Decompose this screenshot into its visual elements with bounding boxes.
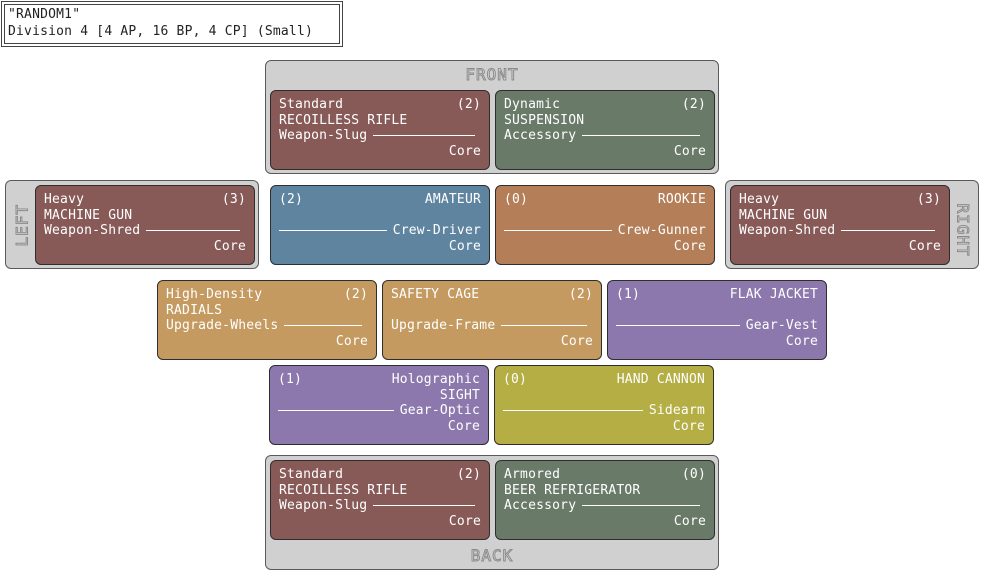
card-cost: (2) bbox=[343, 287, 368, 302]
card-divider bbox=[582, 135, 700, 137]
vehicle-title-box: "RANDOM1" Division 4 [4 AP, 16 BP, 4 CP]… bbox=[1, 1, 343, 47]
card-cost: (1) bbox=[616, 287, 641, 302]
card-cost: (0) bbox=[504, 192, 529, 207]
card-variant: Heavy bbox=[44, 192, 85, 207]
card-name: HAND CANNON bbox=[616, 372, 705, 387]
card-cost: (1) bbox=[278, 372, 303, 387]
card-divider bbox=[501, 325, 587, 327]
card-name: SIGHT bbox=[439, 387, 480, 403]
card-cost: (0) bbox=[503, 372, 528, 387]
crew-gunner-card[interactable]: (0) ROOKIE Crew-Gunner Core bbox=[495, 185, 715, 265]
vehicle-name: "RANDOM1" bbox=[8, 7, 81, 22]
upgrade-radials-card[interactable]: High-Density (2) RADIALS Upgrade-Wheels C… bbox=[157, 280, 377, 360]
card-tag: Core bbox=[447, 418, 480, 434]
card-tag: Core bbox=[335, 333, 368, 349]
card-divider bbox=[279, 230, 387, 232]
gear-sight-card[interactable]: (1) Holographic SIGHT Gear-Optic Core bbox=[269, 365, 489, 445]
card-divider bbox=[146, 230, 240, 232]
card-name: BEER REFRIGERATOR bbox=[504, 482, 641, 498]
card-tag: Core bbox=[673, 143, 706, 159]
card-divider bbox=[373, 135, 475, 137]
card-name: AMATEUR bbox=[424, 192, 481, 207]
card-variant: Holographic bbox=[391, 372, 480, 387]
card-cost: (2) bbox=[681, 97, 706, 112]
card-tag: Core bbox=[560, 333, 593, 349]
card-type: Weapon-Shred bbox=[739, 223, 836, 238]
card-type: Accessory bbox=[504, 128, 577, 143]
card-divider bbox=[503, 410, 643, 412]
back-label: BACK bbox=[470, 546, 514, 566]
front-accessory-card[interactable]: Dynamic (2) SUSPENSION Accessory Core bbox=[495, 90, 715, 170]
card-type: Accessory bbox=[504, 498, 577, 513]
card-variant: High-Density bbox=[166, 287, 263, 302]
card-type: Crew-Driver bbox=[392, 223, 481, 238]
card-tag: Core bbox=[785, 333, 818, 349]
card-tag: Core bbox=[672, 418, 705, 434]
sidearm-cannon-card[interactable]: (0) HAND CANNON Sidearm Core bbox=[494, 365, 714, 445]
card-name: FLAK JACKET bbox=[729, 287, 818, 302]
card-type: Sidearm bbox=[648, 403, 705, 418]
card-type: Gear-Vest bbox=[745, 318, 818, 333]
card-cost: (3) bbox=[916, 192, 941, 207]
card-divider bbox=[373, 505, 475, 507]
card-variant: Dynamic bbox=[504, 97, 561, 112]
left-weapon-card[interactable]: Heavy (3) MACHINE GUN Weapon-Shred Core bbox=[35, 185, 255, 265]
back-accessory-card[interactable]: Armored (0) BEER REFRIGERATOR Accessory C… bbox=[495, 460, 715, 540]
right-label: RIGHT bbox=[953, 203, 973, 257]
card-tag: Core bbox=[673, 238, 706, 254]
card-name: MACHINE GUN bbox=[739, 207, 828, 223]
left-label: LEFT bbox=[12, 203, 32, 247]
back-weapon-card[interactable]: Standard (2) RECOILLESS RIFLE Weapon-Slug… bbox=[270, 460, 490, 540]
card-type: Weapon-Slug bbox=[279, 498, 368, 513]
card-name: RECOILLESS RIFLE bbox=[279, 482, 408, 498]
card-cost: (2) bbox=[456, 97, 481, 112]
card-name: RADIALS bbox=[166, 302, 223, 318]
card-name: SUSPENSION bbox=[504, 112, 585, 128]
card-name: ROOKIE bbox=[657, 192, 706, 207]
card-type: Upgrade-Wheels bbox=[166, 318, 279, 333]
card-divider bbox=[616, 325, 740, 327]
card-cost: (3) bbox=[221, 192, 246, 207]
right-weapon-card[interactable]: Heavy (3) MACHINE GUN Weapon-Shred Core bbox=[730, 185, 950, 265]
card-type: Weapon-Shred bbox=[44, 223, 141, 238]
front-label: FRONT bbox=[465, 65, 519, 85]
card-type: Gear-Optic bbox=[399, 403, 480, 418]
card-divider bbox=[582, 505, 700, 507]
card-tag: Core bbox=[448, 238, 481, 254]
vehicle-summary: Division 4 [4 AP, 16 BP, 4 CP] (Small) bbox=[8, 24, 314, 39]
card-tag: Core bbox=[673, 513, 706, 529]
card-variant: Standard bbox=[279, 467, 344, 482]
card-tag: Core bbox=[908, 238, 941, 254]
card-variant: Heavy bbox=[739, 192, 780, 207]
card-divider bbox=[841, 230, 935, 232]
card-divider bbox=[278, 410, 394, 412]
card-variant: Standard bbox=[279, 97, 344, 112]
card-tag: Core bbox=[213, 238, 246, 254]
front-weapon-card[interactable]: Standard (2) RECOILLESS RIFLE Weapon-Slug… bbox=[270, 90, 490, 170]
card-divider bbox=[284, 325, 362, 327]
card-tag: Core bbox=[448, 513, 481, 529]
card-cost: (2) bbox=[456, 467, 481, 482]
card-tag: Core bbox=[448, 143, 481, 159]
card-name: SAFETY CAGE bbox=[391, 287, 480, 302]
vehicle-sheet: "RANDOM1" Division 4 [4 AP, 16 BP, 4 CP]… bbox=[0, 0, 985, 575]
card-cost: (0) bbox=[681, 467, 706, 482]
upgrade-cage-card[interactable]: SAFETY CAGE (2) Upgrade-Frame Core bbox=[382, 280, 602, 360]
card-name: RECOILLESS RIFLE bbox=[279, 112, 408, 128]
card-type: Weapon-Slug bbox=[279, 128, 368, 143]
gear-flak-card[interactable]: (1) FLAK JACKET Gear-Vest Core bbox=[607, 280, 827, 360]
card-cost: (2) bbox=[279, 192, 304, 207]
card-divider bbox=[504, 230, 612, 232]
card-type: Crew-Gunner bbox=[617, 223, 706, 238]
card-type: Upgrade-Frame bbox=[391, 318, 496, 333]
card-name: MACHINE GUN bbox=[44, 207, 133, 223]
card-cost: (2) bbox=[568, 287, 593, 302]
card-variant: Armored bbox=[504, 467, 561, 482]
crew-driver-card[interactable]: (2) AMATEUR Crew-Driver Core bbox=[270, 185, 490, 265]
